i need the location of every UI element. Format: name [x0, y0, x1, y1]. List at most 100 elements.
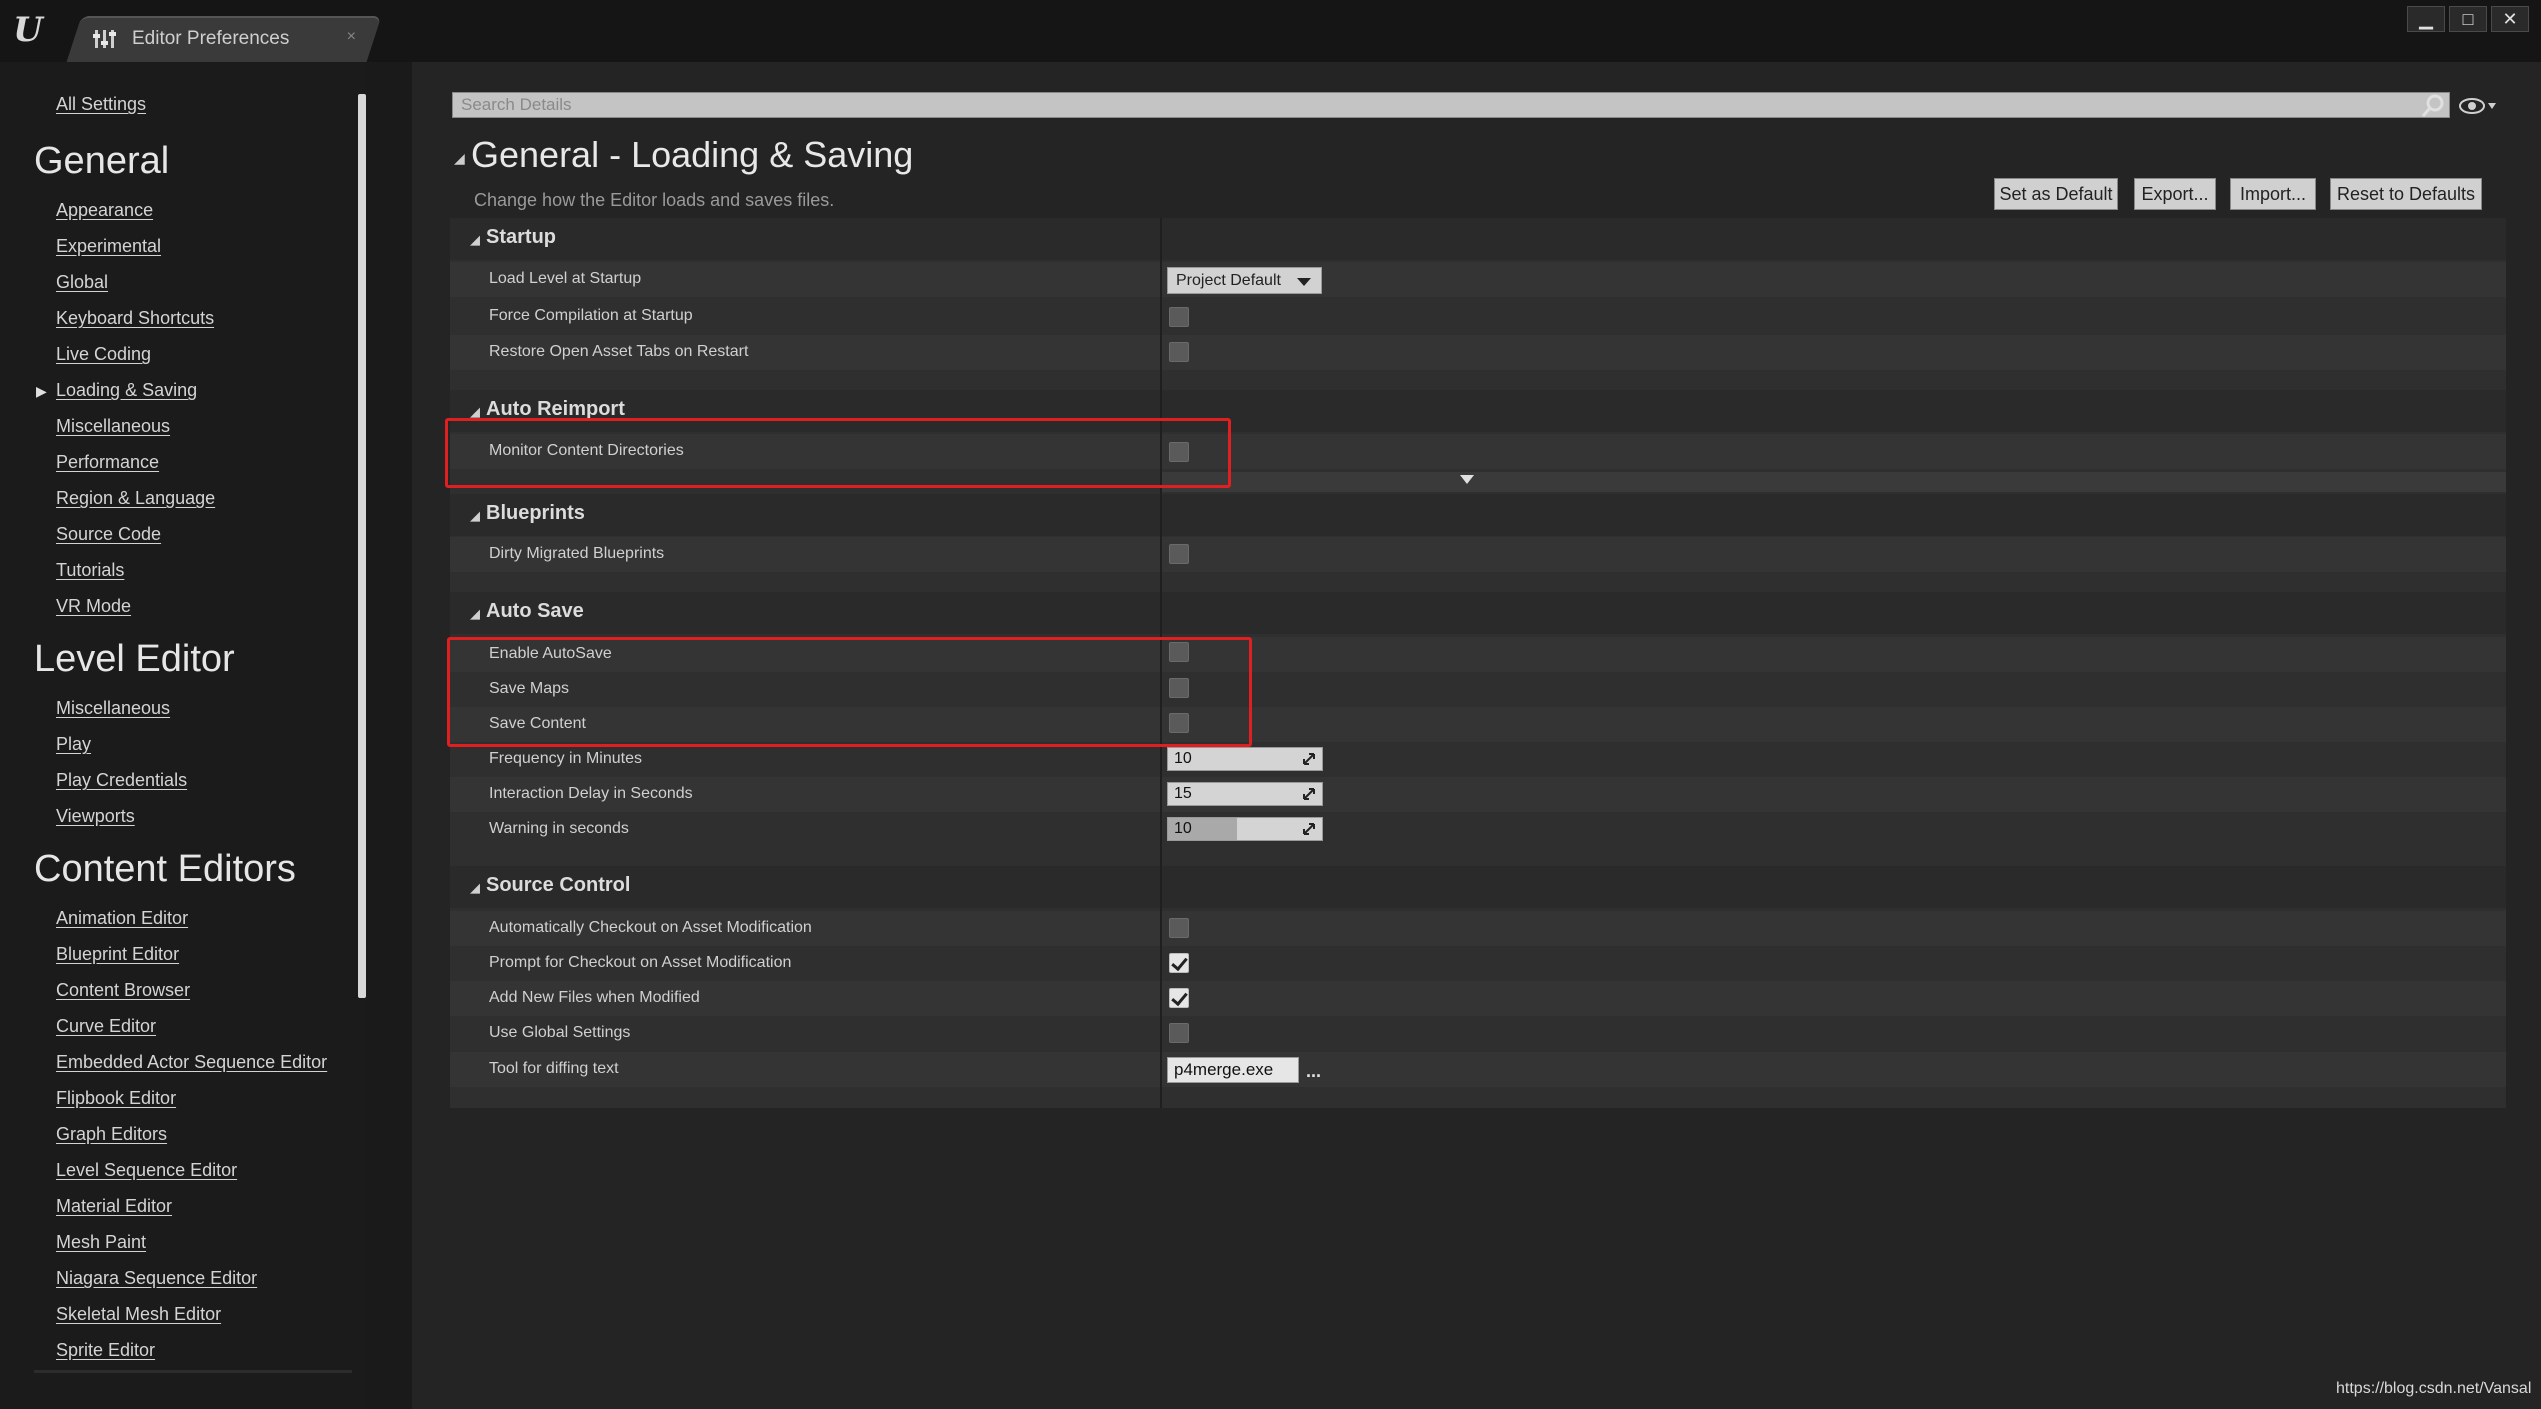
add-new-files-label: Add New Files when Modified	[489, 989, 700, 1006]
sidebar-scrollbar[interactable]	[358, 94, 366, 998]
warning-seconds-value: 10	[1174, 820, 1192, 837]
category-source-control[interactable]	[450, 866, 2506, 908]
auto-checkout-label: Automatically Checkout on Asset Modifica…	[489, 919, 812, 936]
load-level-value: Project Default	[1176, 271, 1281, 289]
diff-tool-input[interactable]: p4merge.exe	[1167, 1057, 1299, 1083]
spin-arrows-icon	[1303, 823, 1315, 835]
sidebar-item-tutorials[interactable]: Tutorials	[56, 560, 124, 581]
sidebar-item-level-sequence-editor[interactable]: Level Sequence Editor	[56, 1160, 237, 1181]
sidebar-item-curve-editor[interactable]: Curve Editor	[56, 1016, 156, 1037]
add-new-files-checkbox[interactable]	[1169, 988, 1189, 1008]
highlight-box-monitor	[445, 418, 1231, 488]
search-input[interactable]	[453, 93, 2449, 117]
sidebar-item-loading-saving[interactable]: Loading & Saving	[56, 380, 197, 401]
expand-advanced-icon[interactable]	[1460, 475, 1474, 484]
restore-tabs-checkbox[interactable]	[1169, 342, 1189, 362]
sidebar-item-material-editor[interactable]: Material Editor	[56, 1196, 172, 1217]
collapse-title-arrow-icon[interactable]: ◢	[454, 150, 465, 167]
sidebar-item-graph-editors[interactable]: Graph Editors	[56, 1124, 167, 1145]
sidebar-item-viewports[interactable]: Viewports	[56, 806, 135, 827]
sidebar-item-sprite-editor[interactable]: Sprite Editor	[56, 1340, 155, 1361]
set-as-default-button[interactable]: Set as Default	[1994, 178, 2118, 210]
sidebar-section-general: General	[34, 140, 170, 182]
dirty-migrated-label: Dirty Migrated Blueprints	[489, 545, 665, 562]
collapse-arrow-icon[interactable]: ◢	[470, 880, 480, 896]
sidebar-item-vr-mode[interactable]: VR Mode	[56, 596, 131, 617]
minimize-button[interactable]: ▁	[2407, 6, 2445, 32]
warning-seconds-label: Warning in seconds	[489, 820, 629, 837]
sidebar-item-keyboard-shortcuts[interactable]: Keyboard Shortcuts	[56, 308, 214, 329]
unreal-logo-icon[interactable]: U	[8, 10, 48, 50]
dirty-migrated-checkbox[interactable]	[1169, 544, 1189, 564]
category-blueprints[interactable]	[450, 494, 2506, 536]
category-startup[interactable]	[450, 218, 2506, 260]
collapse-arrow-icon[interactable]: ◢	[470, 606, 480, 622]
sidebar-item-mesh-paint[interactable]: Mesh Paint	[56, 1232, 146, 1253]
collapse-arrow-icon[interactable]: ◢	[470, 232, 480, 248]
maximize-button[interactable]: □	[2449, 6, 2487, 32]
selected-arrow-icon: ▶	[36, 383, 47, 399]
collapse-arrow-icon[interactable]: ◢	[470, 508, 480, 524]
sidebar-item-content-browser[interactable]: Content Browser	[56, 980, 190, 1001]
category-label: Auto Save	[486, 600, 584, 622]
frequency-value: 10	[1174, 750, 1192, 767]
browse-ellipsis-button[interactable]: ...	[1306, 1061, 1321, 1082]
sidebar-item-blueprint-editor[interactable]: Blueprint Editor	[56, 944, 179, 965]
diff-tool-label: Tool for diffing text	[489, 1060, 619, 1077]
use-global-settings-label: Use Global Settings	[489, 1024, 631, 1041]
tab-editor-preferences[interactable]: Editor Preferences ×	[86, 16, 366, 62]
frequency-label: Frequency in Minutes	[489, 750, 642, 767]
tab-label: Editor Preferences	[132, 28, 290, 49]
sidebar-item-global[interactable]: Global	[56, 272, 108, 293]
close-button[interactable]: ✕	[2491, 6, 2529, 32]
advanced-expander[interactable]	[1160, 472, 2506, 492]
frequency-input[interactable]: 10	[1167, 747, 1323, 771]
row-load-level	[450, 262, 2506, 297]
reset-to-defaults-button[interactable]: Reset to Defaults	[2330, 178, 2482, 210]
restore-tabs-label: Restore Open Asset Tabs on Restart	[489, 343, 749, 360]
sidebar-item-level-misc[interactable]: Miscellaneous	[56, 698, 170, 719]
warning-seconds-slider[interactable]: 10	[1167, 817, 1323, 841]
settings-sidebar	[0, 62, 366, 1409]
sidebar-item-embedded-actor-sequence-editor[interactable]: Embedded Actor Sequence Editor	[56, 1052, 327, 1073]
sidebar-item-animation-editor[interactable]: Animation Editor	[56, 908, 188, 929]
sidebar-item-flipbook-editor[interactable]: Flipbook Editor	[56, 1088, 176, 1109]
row-diff-tool	[450, 1052, 2506, 1087]
sidebar-item-experimental[interactable]: Experimental	[56, 236, 161, 257]
interaction-delay-input[interactable]: 15	[1167, 782, 1323, 806]
import-button[interactable]: Import...	[2230, 178, 2316, 210]
interaction-delay-value: 15	[1174, 785, 1192, 802]
force-compilation-label: Force Compilation at Startup	[489, 307, 693, 324]
sidebar-item-performance[interactable]: Performance	[56, 452, 159, 473]
use-global-settings-checkbox[interactable]	[1169, 1023, 1189, 1043]
eye-view-options-icon[interactable]	[2458, 95, 2498, 117]
sidebar-item-play[interactable]: Play	[56, 734, 91, 755]
category-auto-save[interactable]	[450, 592, 2506, 634]
sidebar-item-skeletal-mesh-editor[interactable]: Skeletal Mesh Editor	[56, 1304, 221, 1325]
load-level-dropdown[interactable]: Project Default	[1167, 267, 1322, 294]
sidebar-item-source-code[interactable]: Source Code	[56, 524, 161, 545]
sidebar-item-niagara-sequence-editor[interactable]: Niagara Sequence Editor	[56, 1268, 257, 1289]
prompt-checkout-checkbox[interactable]	[1169, 953, 1189, 973]
sidebar-section-content-editors: Content Editors	[34, 848, 296, 890]
spin-arrows-icon	[1303, 788, 1315, 800]
search-box[interactable]	[452, 92, 2450, 118]
sidebar-all-settings[interactable]: All Settings	[56, 94, 146, 115]
auto-checkout-checkbox[interactable]	[1169, 918, 1189, 938]
row-restore-tabs	[450, 335, 2506, 370]
page-description: Change how the Editor loads and saves fi…	[474, 190, 835, 210]
tab-close-icon[interactable]: ×	[347, 28, 356, 46]
row-dirty-migrated	[450, 537, 2506, 572]
sidebar-item-live-coding[interactable]: Live Coding	[56, 344, 151, 365]
search-icon[interactable]	[2420, 93, 2446, 119]
sidebar-item-appearance[interactable]: Appearance	[56, 200, 153, 221]
sidebar-item-miscellaneous[interactable]: Miscellaneous	[56, 416, 170, 437]
sidebar-item-play-credentials[interactable]: Play Credentials	[56, 770, 187, 791]
category-label: Blueprints	[486, 502, 585, 524]
chevron-down-icon	[1297, 278, 1311, 286]
sidebar-item-region-language[interactable]: Region & Language	[56, 488, 215, 509]
category-label: Source Control	[486, 874, 631, 896]
force-compilation-checkbox[interactable]	[1169, 307, 1189, 327]
export-button[interactable]: Export...	[2134, 178, 2216, 210]
sidebar-bottom-divider	[34, 1370, 352, 1373]
